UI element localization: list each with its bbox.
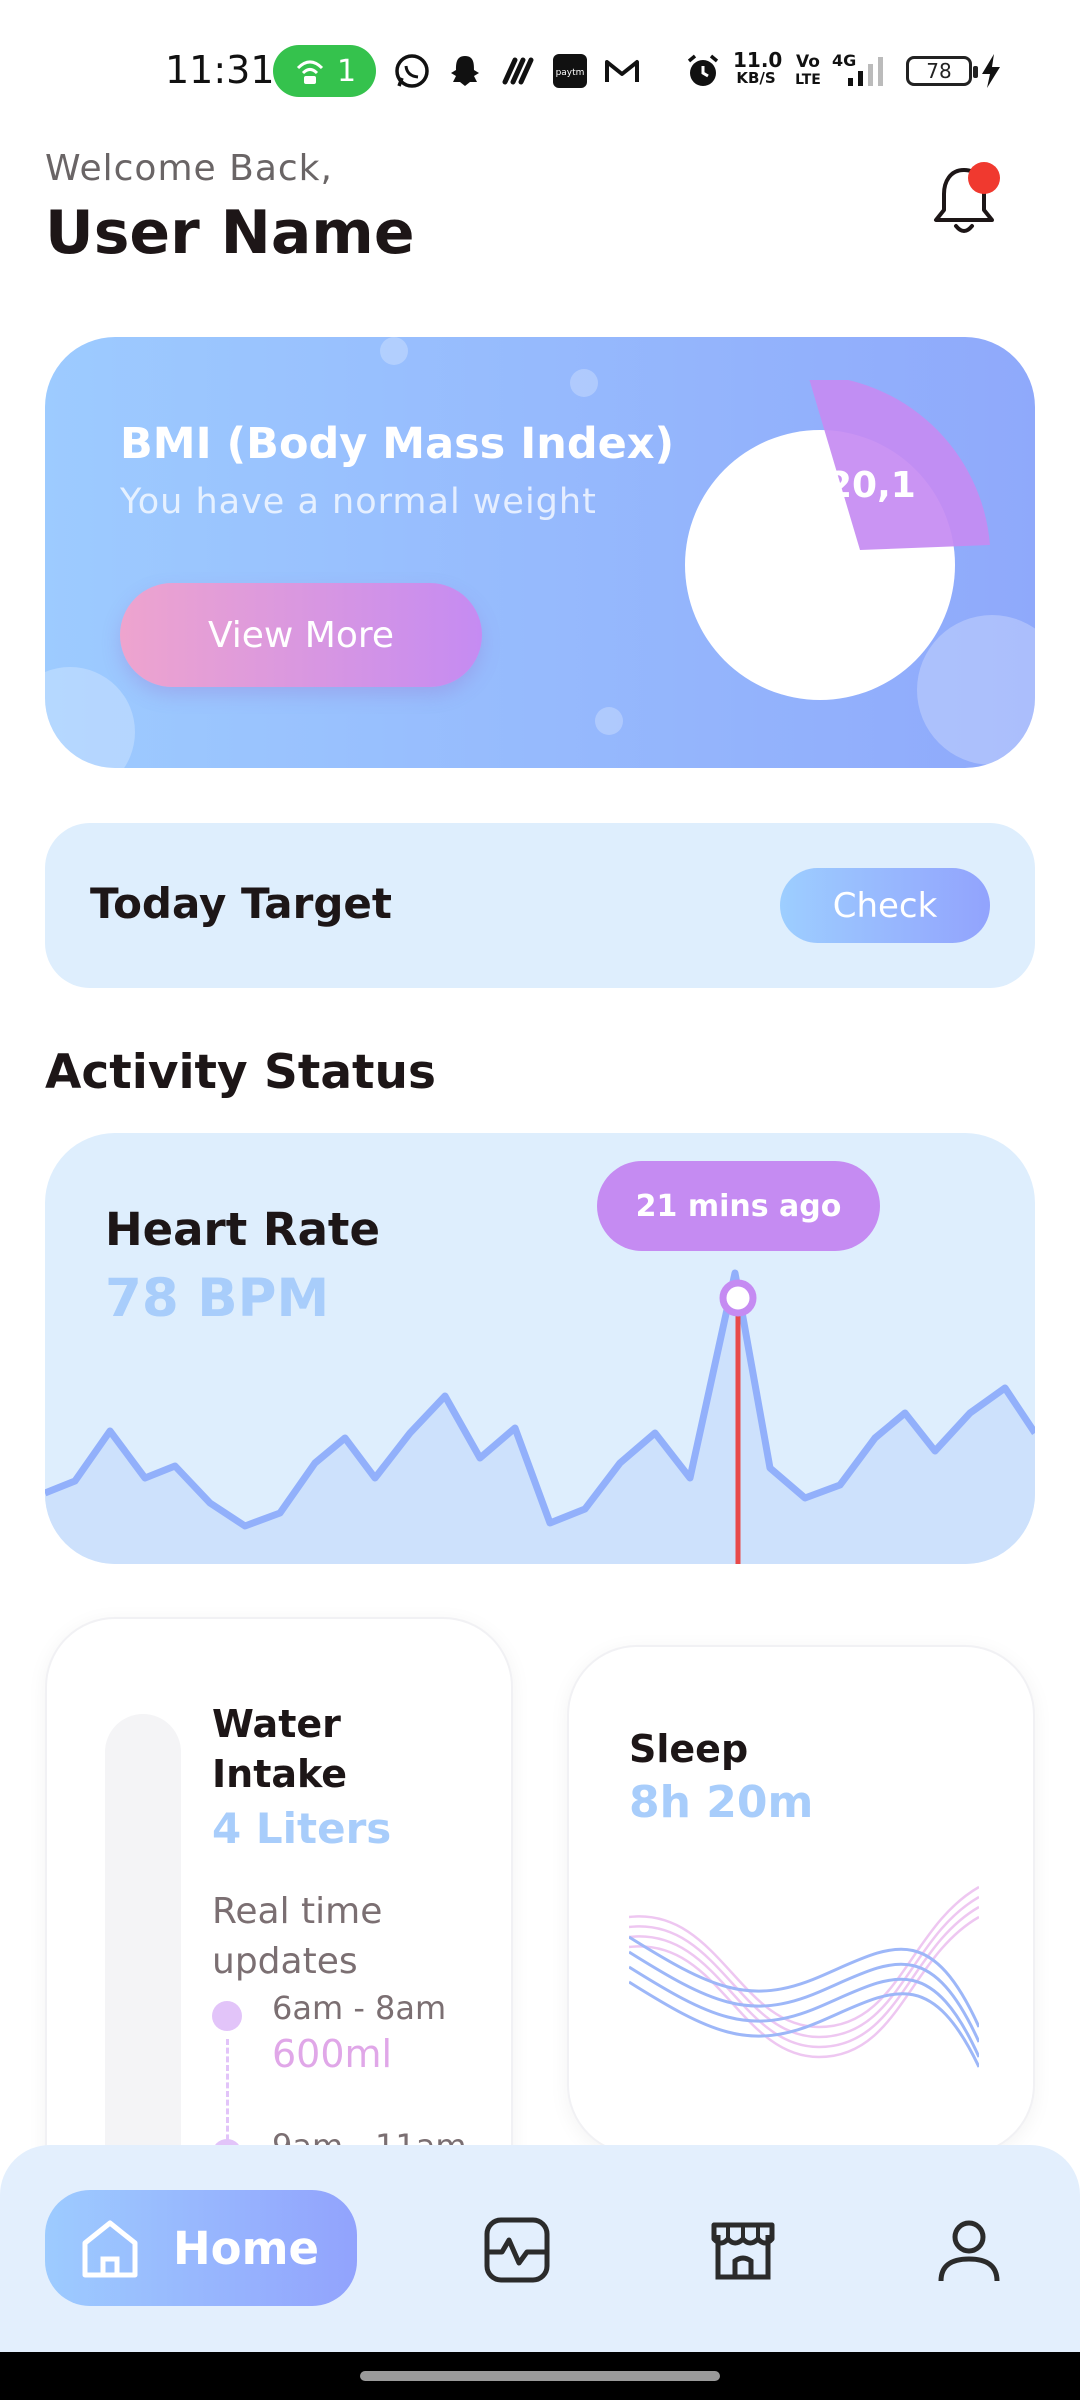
nav-home-label: Home [173, 2221, 319, 2275]
water-intake-title: Water Intake [212, 1702, 348, 1796]
heart-rate-value: 78 BPM [105, 1268, 330, 1329]
water-intake-value: 4 Liters [212, 1804, 392, 1853]
volte-indicator: Vo LTE [793, 53, 823, 89]
alarm-icon [687, 54, 719, 86]
heart-rate-card[interactable]: Heart Rate 78 BPM 21 mins ago [45, 1133, 1035, 1564]
battery-indicator: 78 [906, 56, 978, 86]
bmi-subtitle: You have a normal weight [120, 482, 597, 522]
decorative-dot [595, 707, 623, 735]
water-update-time: 6am - 8am [272, 1989, 447, 2027]
heart-rate-chart [45, 1269, 1035, 1564]
profile-icon[interactable] [934, 2215, 1004, 2285]
shop-icon[interactable] [708, 2215, 778, 2285]
hotspot-count: 1 [336, 53, 357, 89]
greeting: Welcome Back, [45, 148, 333, 189]
nav-home-tab[interactable]: Home [45, 2190, 357, 2306]
status-bar: 11:31 1 paytm 11.0 KB/S Vo LTE 4G 78 [0, 0, 1080, 140]
paytm-icon: paytm [553, 54, 587, 88]
user-name: User Name [45, 198, 415, 268]
last-reading-badge: 21 mins ago [597, 1161, 880, 1251]
water-intake-subtitle: Real time updates [212, 1891, 383, 1982]
view-more-button[interactable]: View More [120, 583, 482, 687]
sleep-wave-graph [629, 1885, 979, 2068]
decorative-circle [45, 667, 135, 768]
bmi-value: 20,1 [827, 465, 916, 506]
snapchat-icon [451, 56, 479, 86]
sleep-title: Sleep [629, 1727, 749, 1771]
volte-top: Vo [796, 52, 820, 72]
sleep-card[interactable]: Sleep 8h 20m [567, 1645, 1035, 2155]
whatsapp-icon [395, 54, 429, 88]
decorative-dot [570, 369, 598, 397]
timeline-line [226, 2039, 229, 2149]
net-speed-value: 11.0 [733, 48, 783, 72]
signal-icon [848, 57, 883, 86]
charging-icon [982, 54, 1000, 88]
timeline-dot [212, 2001, 242, 2031]
bottom-navigation: Home [0, 2145, 1080, 2355]
check-button[interactable]: Check [780, 868, 990, 943]
activity-icon[interactable] [482, 2215, 552, 2285]
today-target-label: Today Target [90, 879, 392, 928]
today-target-card: Today Target Check [45, 823, 1035, 988]
hotspot-icon [296, 60, 324, 84]
svg-text:paytm: paytm [556, 68, 585, 78]
volte-bottom: LTE [795, 72, 821, 88]
home-gesture-handle[interactable] [360, 2371, 720, 2381]
bmi-title: BMI (Body Mass Index) [120, 419, 675, 469]
water-update-amount: 600ml [272, 2032, 393, 2076]
home-icon [82, 2220, 138, 2278]
heart-rate-title: Heart Rate [105, 1203, 380, 1256]
water-intake-card[interactable]: Water Intake 4 Liters Real time updates … [45, 1617, 513, 2237]
bmi-pie-chart [685, 380, 990, 700]
decorative-dot [380, 337, 408, 365]
net-speed-unit: KB/S [736, 69, 776, 87]
status-time: 11:31 [165, 48, 275, 92]
net-speed: 11.0 KB/S [733, 48, 783, 87]
system-navigation-bar [0, 2352, 1080, 2400]
hotspot-indicator: 1 [273, 45, 376, 97]
phonepe-icon [502, 57, 534, 85]
gmail-icon [605, 60, 639, 82]
activity-status-title: Activity Status [45, 1045, 436, 1100]
bmi-card: BMI (Body Mass Index) You have a normal … [45, 337, 1035, 768]
sleep-value: 8h 20m [629, 1777, 814, 1828]
notification-badge [968, 162, 1000, 194]
